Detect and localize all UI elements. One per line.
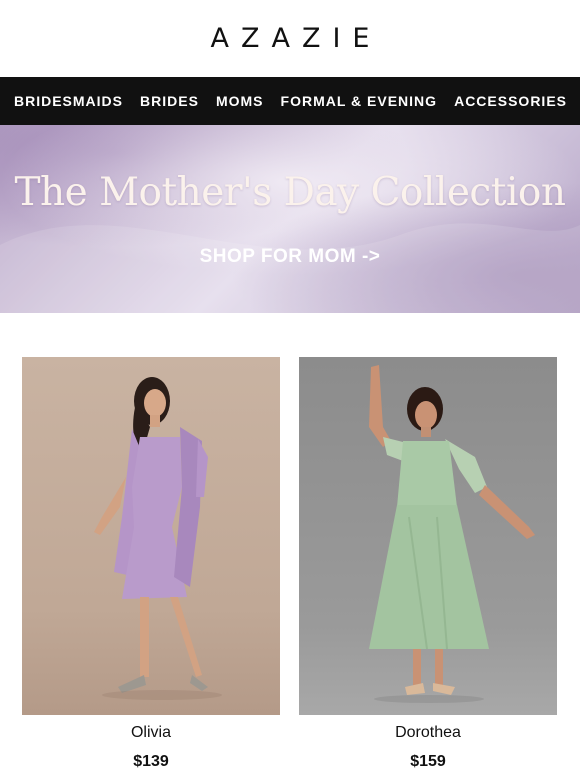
main-nav: BRIDESMAIDS BRIDES MOMS FORMAL & EVENING… <box>0 77 580 125</box>
nav-item-formal-evening[interactable]: FORMAL & EVENING <box>281 93 438 109</box>
product-name[interactable]: Dorothea <box>299 724 557 742</box>
shop-for-mom-link[interactable]: SHOP FOR MOM -> <box>0 246 580 268</box>
product-card-dorothea[interactable]: Dorothea $159 <box>299 357 557 771</box>
nav-item-moms[interactable]: MOMS <box>216 93 264 109</box>
product-grid: Olivia $139 Dorothea $159 <box>0 313 580 774</box>
hero-title: The Mother's Day Collection <box>14 170 566 215</box>
product-card-olivia[interactable]: Olivia $139 <box>22 357 280 771</box>
nav-item-bridesmaids[interactable]: BRIDESMAIDS <box>14 93 123 109</box>
email-header: AZAZIE <box>0 0 580 77</box>
product-image-olivia[interactable] <box>22 357 280 715</box>
product-name[interactable]: Olivia <box>22 724 280 742</box>
product-price: $159 <box>410 753 446 770</box>
hero-banner[interactable]: The Mother's Day Collection SHOP FOR MOM… <box>0 125 580 313</box>
hero-silk-background <box>0 125 580 313</box>
nav-item-accessories[interactable]: ACCESSORIES <box>454 93 567 109</box>
nav-item-brides[interactable]: BRIDES <box>140 93 199 109</box>
product-image-dorothea[interactable] <box>299 357 557 715</box>
product-price: $139 <box>133 753 169 770</box>
azazie-logo[interactable]: AZAZIE <box>199 23 382 54</box>
